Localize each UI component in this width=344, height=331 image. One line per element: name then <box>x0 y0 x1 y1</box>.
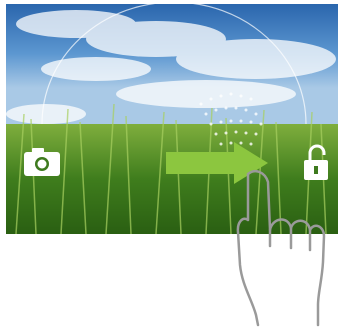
hand-pointer-icon <box>236 170 326 327</box>
